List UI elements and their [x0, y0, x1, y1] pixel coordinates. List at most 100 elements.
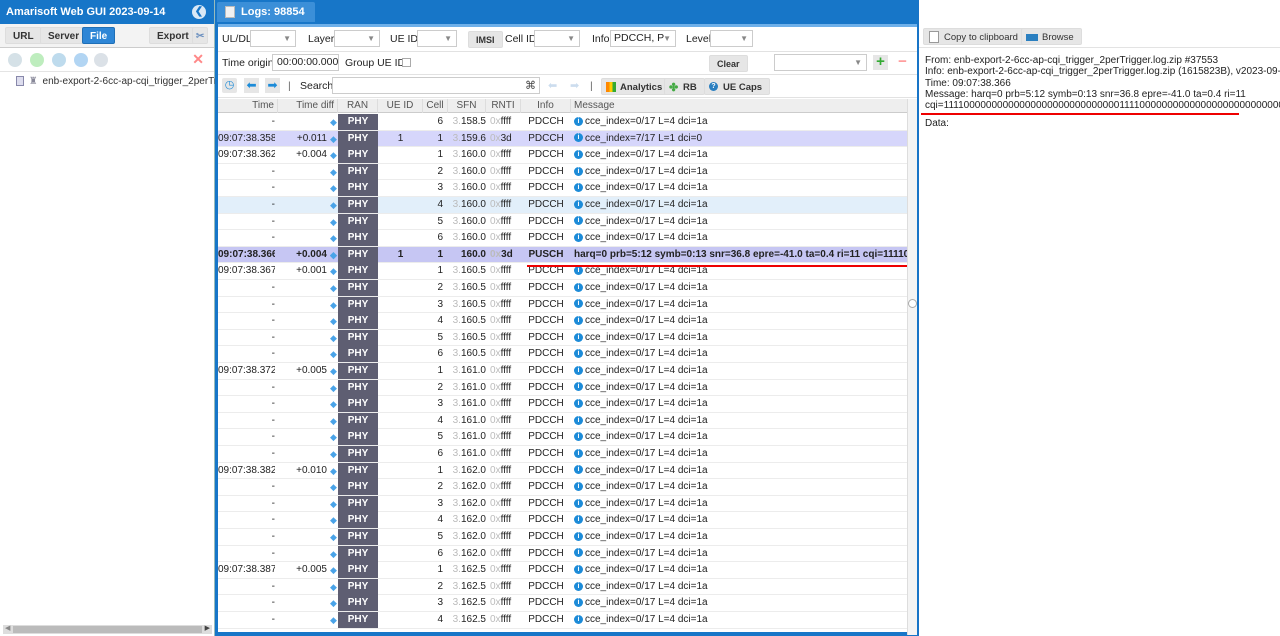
table-row[interactable]: - ◆ PHY 2 3.162.0 0xffff PDCCH i cce_index=0/17 … — [218, 479, 907, 496]
export-button[interactable]: Export — [149, 27, 197, 44]
cell-sfn: 160.5 — [460, 315, 486, 327]
table-row[interactable]: - ◆ PHY 4 3.162.0 0xffff PDCCH i cce_index=0/17 … — [218, 512, 907, 529]
next-match-icon[interactable]: ➡ — [570, 79, 579, 92]
table-row[interactable]: - ◆ PHY 4 3.160.5 0xffff PDCCH i cce_index=0/17 … — [218, 313, 907, 330]
tab-logs-label: Logs: 98854 — [241, 6, 305, 18]
rb-button[interactable]: ✤ RB — [664, 78, 705, 95]
table-row[interactable]: - ◆ PHY 2 3.161.0 0xffff PDCCH i cce_index=0/17 … — [218, 379, 907, 397]
cell-cell: 5 — [437, 431, 443, 443]
table-row[interactable]: - ◆ PHY 3 3.162.5 0xffff PDCCH i cce_index=0/17 … — [218, 595, 907, 612]
time-origin-input[interactable]: 00:00:00.000 — [272, 54, 339, 71]
table-row[interactable]: - ◆ PHY 6 3.160.5 0xffff PDCCH i cce_index=0/17 … — [218, 346, 907, 363]
table-row[interactable]: 09:07:38.358 +0.011 ◆ PHY 1 1 3.159.6 0x3d PDCCH… — [218, 130, 907, 148]
clock-icon[interactable]: ◷ — [222, 78, 237, 93]
column-header-ue-id[interactable]: UE ID — [378, 99, 423, 113]
table-row[interactable]: - ◆ PHY 3 3.162.0 0xffff PDCCH i cce_index=0/17 … — [218, 495, 907, 513]
column-header-time[interactable]: Time — [218, 99, 278, 113]
table-row[interactable]: - ◆ PHY 6 3.162.0 0xffff PDCCH i cce_index=0/17 … — [218, 545, 907, 563]
column-header-ran[interactable]: RAN — [338, 99, 378, 113]
arrow-right-icon[interactable]: ➡ — [265, 78, 280, 93]
table-row[interactable]: - ◆ PHY 2 3.162.5 0xffff PDCCH i cce_index=0/17 … — [218, 578, 907, 596]
vertical-scrollbar[interactable] — [907, 99, 917, 635]
level-select[interactable]: ▼ — [710, 30, 753, 47]
arrow-left-icon[interactable]: ⬅ — [244, 78, 259, 93]
server-button[interactable]: Server — [40, 27, 88, 44]
filter-preset-select[interactable]: ▼ — [774, 54, 867, 71]
scroll-handle[interactable] — [908, 299, 917, 308]
table-row[interactable]: - ◆ PHY 5 3.161.0 0xffff PDCCH i cce_index=0/17 … — [218, 429, 907, 446]
browse-button[interactable]: Browse — [1021, 28, 1082, 45]
scroll-left-icon[interactable]: ◀ — [5, 624, 10, 632]
table-row[interactable]: - ◆ PHY 2 3.160.5 0xffff PDCCH i cce_index=0/17 … — [218, 280, 907, 297]
table-row[interactable]: - ◆ PHY 5 3.160.5 0xffff PDCCH i cce_index=0/17 … — [218, 329, 907, 347]
cell-cell: 1 — [437, 248, 443, 260]
table-row[interactable]: - ◆ PHY 6 3.160.0 0xffff PDCCH i cce_index=0/17 … — [218, 230, 907, 247]
column-header-rnti[interactable]: RNTI — [486, 99, 521, 113]
ueid-select[interactable]: ▼ — [417, 30, 457, 47]
layer-select[interactable]: ▼ — [334, 30, 380, 47]
cell-ran: PHY — [338, 612, 378, 628]
remove-icon[interactable]: − — [895, 54, 910, 70]
table-row[interactable]: - ◆ PHY 6 3.161.0 0xffff PDCCH i cce_index=0/17 … — [218, 446, 907, 463]
table-row[interactable]: - ◆ PHY 5 3.160.0 0xffff PDCCH i cce_index=0/17 … — [218, 213, 907, 231]
scroll-thumb[interactable] — [13, 626, 202, 633]
table-row[interactable]: - ◆ PHY 4 3.161.0 0xffff PDCCH i cce_index=0/17 … — [218, 412, 907, 430]
search-input[interactable] — [332, 77, 540, 94]
table-row[interactable]: - ◆ PHY 2 3.160.0 0xffff PDCCH i cce_index=0/17 … — [218, 163, 907, 181]
add-icon[interactable]: + — [873, 54, 888, 70]
cell-ran: PHY — [338, 147, 378, 164]
column-header-time-diff[interactable]: Time diff — [278, 99, 338, 113]
file-button[interactable]: File — [82, 27, 116, 44]
cell-rnti: ffff — [500, 232, 512, 244]
table-row[interactable]: - ◆ PHY 4 3.160.0 0xffff PDCCH i cce_index=0/17 … — [218, 197, 907, 214]
column-header-cell[interactable]: Cell — [423, 99, 448, 113]
info-icon: i — [574, 598, 583, 608]
table-row[interactable]: - ◆ PHY 3 3.161.0 0xffff PDCCH i cce_index=0/17 … — [218, 396, 907, 413]
scroll-right-icon[interactable]: ▶ — [205, 624, 210, 632]
table-row[interactable]: 09:07:38.366 +0.004 ◆ PHY 1 1 160.0 0x3d PUSCH ha… — [218, 246, 907, 264]
diamond-icon: ◆ — [330, 249, 337, 260]
column-header-info[interactable]: Info — [521, 99, 571, 113]
tab-logs[interactable]: Logs: 98854 — [217, 2, 315, 22]
cell-info: PUSCH — [528, 248, 564, 260]
url-button[interactable]: URL — [5, 27, 42, 44]
group-ueid-checkbox[interactable] — [402, 58, 411, 67]
cell-info: PDCCH — [528, 614, 564, 625]
info-select[interactable]: PDCCH, P ▼ — [610, 30, 676, 47]
delete-icon[interactable]: ✕ — [192, 51, 204, 68]
settings-icon[interactable]: ✂ — [192, 27, 209, 44]
cell-time-diff: +0.005 — [296, 365, 327, 376]
analytics-button[interactable]: Analytics — [601, 78, 671, 95]
cell-rnti-prefix: 0x — [490, 315, 501, 327]
wrench-icon[interactable] — [8, 53, 22, 67]
table-row[interactable]: - ◆ PHY 6 3.158.5 0xffff PDCCH i cce_index=0/17 … — [218, 114, 907, 131]
check-icon[interactable] — [30, 53, 44, 67]
tree-item-log-file[interactable]: ♜ enb-export-2-6cc-ap-cqi_trigger_2perTr… — [16, 76, 233, 87]
table-row[interactable]: - ◆ PHY 3 3.160.0 0xffff PDCCH i cce_index=0/17 … — [218, 180, 907, 197]
cellid-select[interactable]: ▼ — [534, 30, 580, 47]
table-row[interactable]: - ◆ PHY 4 3.162.5 0xffff PDCCH i cce_index=0/17 … — [218, 612, 907, 629]
collapse-panel-icon[interactable]: ❮ — [192, 5, 206, 19]
table-row[interactable]: 09:07:38.382 +0.010 ◆ PHY 1 3.162.0 0xffff PDCC… — [218, 462, 907, 480]
refresh-icon[interactable] — [52, 53, 66, 67]
cell-ran: PHY — [338, 180, 378, 197]
imsi-button[interactable]: IMSI — [468, 31, 503, 48]
uldl-select[interactable]: ▼ — [250, 30, 296, 47]
table-row[interactable]: - ◆ PHY 3 3.160.5 0xffff PDCCH i cce_index=0/17 … — [218, 296, 907, 314]
diamond-icon: ◆ — [330, 299, 337, 310]
column-header-message[interactable]: Message — [571, 99, 907, 113]
column-header-sfn[interactable]: SFN — [448, 99, 486, 113]
play-icon[interactable] — [74, 53, 88, 67]
table-row[interactable]: 09:07:38.362 +0.004 ◆ PHY 1 3.160.0 0xffff PDCC… — [218, 147, 907, 164]
table-row[interactable]: - ◆ PHY 5 3.162.0 0xffff PDCCH i cce_index=0/17 … — [218, 529, 907, 546]
copy-to-clipboard-button[interactable]: Copy to clipboard — [923, 28, 1026, 45]
horizontal-scrollbar[interactable]: ◀ ▶ — [3, 625, 212, 634]
table-row[interactable]: 09:07:38.387 +0.005 ◆ PHY 1 3.162.5 0xffff PDCC… — [218, 562, 907, 579]
binoculars-icon[interactable]: ⌘ — [525, 79, 536, 92]
prev-match-icon[interactable]: ⬅ — [548, 79, 557, 92]
plugin-icon[interactable] — [94, 53, 108, 67]
table-row[interactable]: 09:07:38.372 +0.005 ◆ PHY 1 3.161.0 0xffff PDCC… — [218, 363, 907, 380]
chevron-down-icon: ▼ — [444, 34, 452, 43]
uecaps-button[interactable]: ? UE Caps — [704, 78, 771, 95]
clear-button[interactable]: Clear — [709, 55, 748, 72]
